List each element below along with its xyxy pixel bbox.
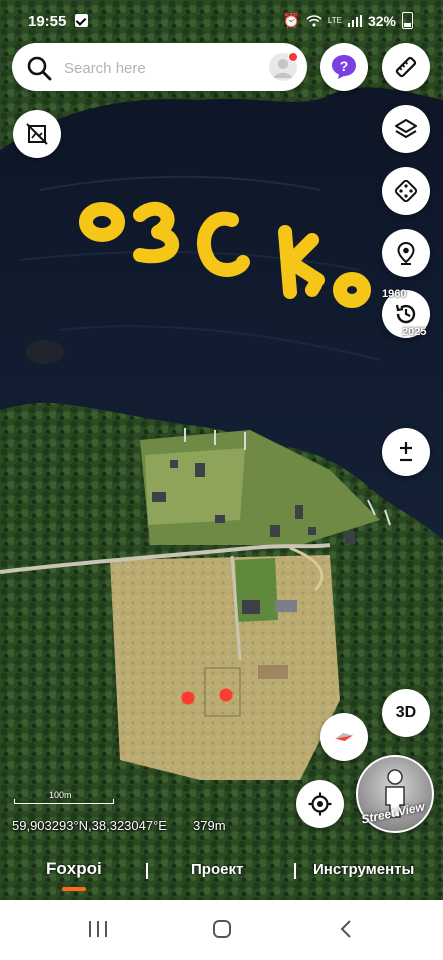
status-bar: 19:55 ⏰ LTE 32% (0, 0, 443, 44)
3d-label: 3D (395, 704, 417, 721)
scale-bar: 100m (14, 790, 114, 804)
search-bar[interactable] (12, 43, 307, 91)
tab-tools[interactable]: Инструменты (313, 861, 414, 878)
lte-label: LTE (327, 15, 342, 25)
bottom-tabs: Foxpoi Проект Инструменты (0, 845, 443, 900)
scale-line (14, 799, 114, 804)
home-icon[interactable] (211, 918, 233, 940)
locate-button[interactable] (296, 780, 344, 828)
pin-button[interactable] (382, 229, 430, 277)
layers-icon (395, 119, 417, 138)
alarm-icon: ⏰ (282, 12, 300, 28)
svg-text:?: ? (340, 58, 349, 74)
battery-text: 32% (367, 12, 396, 29)
tab-foxpoi[interactable]: Foxpoi (46, 859, 102, 879)
history-year-start: 1960 (382, 288, 407, 300)
help-button[interactable]: ? (320, 43, 368, 91)
signal-icon (347, 14, 362, 27)
ruler-icon (395, 56, 417, 78)
layers-button[interactable] (382, 105, 430, 153)
coordinates: 59,903293°N,38,323047°E (12, 818, 167, 833)
image-edit-button[interactable] (13, 110, 61, 158)
recent-apps-icon[interactable] (87, 918, 109, 940)
ruler-button[interactable] (382, 43, 430, 91)
history-year-end: 2025 (402, 326, 427, 338)
history-icon (395, 304, 416, 324)
tab-separator (294, 863, 296, 879)
3d-button[interactable]: 3D (382, 689, 430, 737)
search-icon[interactable] (26, 55, 52, 81)
dice-icon (394, 179, 418, 203)
tab-project[interactable]: Проект (191, 861, 243, 878)
compass-icon (335, 733, 353, 741)
search-input[interactable] (62, 55, 256, 81)
map-marker[interactable] (181, 691, 195, 705)
locate-icon (308, 792, 332, 816)
battery-icon (402, 12, 413, 29)
zoom-button[interactable] (382, 428, 430, 476)
random-button[interactable] (382, 167, 430, 215)
back-icon[interactable] (336, 918, 358, 940)
tab-separator (146, 863, 148, 879)
map-marker[interactable] (219, 688, 233, 702)
active-tab-indicator (62, 887, 86, 891)
compass-button[interactable] (320, 713, 368, 761)
question-icon: ? (332, 55, 356, 79)
notification-dot (288, 52, 298, 62)
clock: 19:55 (28, 13, 67, 30)
system-nav-bar (0, 900, 443, 960)
avatar[interactable] (269, 52, 298, 81)
pin-icon (397, 241, 415, 265)
wifi-icon (306, 14, 322, 27)
status-icons: ⏰ LTE 32% (282, 12, 413, 29)
altitude: 379m (193, 818, 226, 833)
notification-check-icon (75, 14, 88, 27)
plus-minus-icon (400, 442, 412, 462)
image-edit-icon (26, 123, 48, 145)
